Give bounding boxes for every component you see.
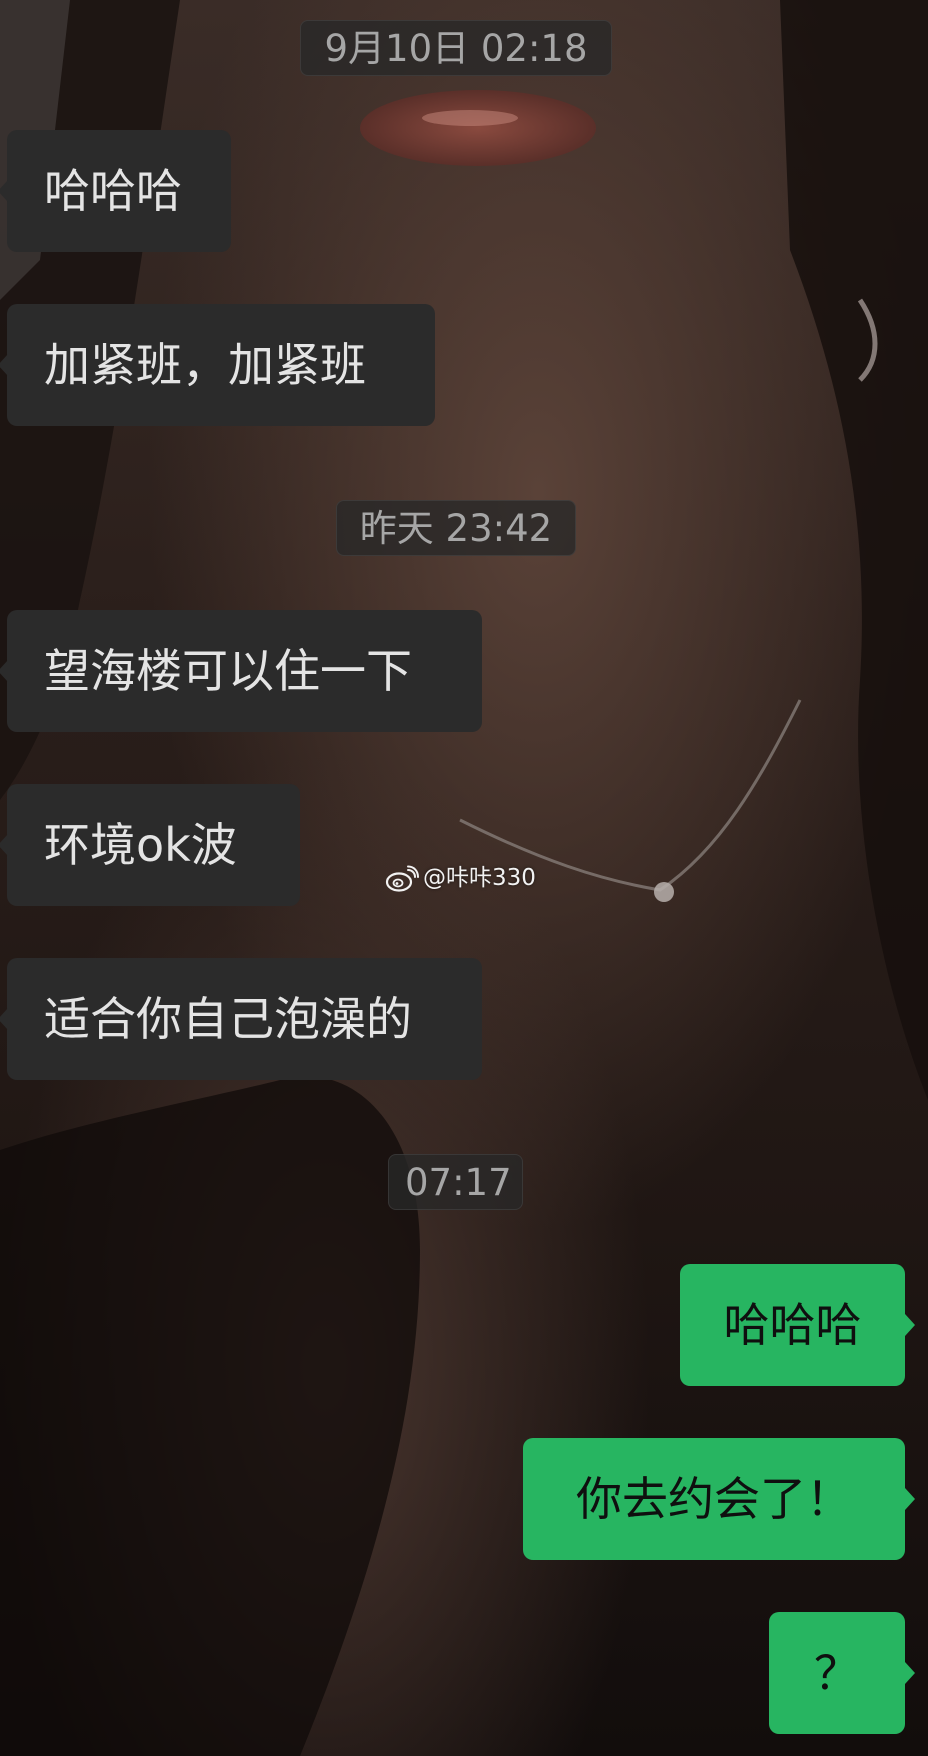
incoming-message[interactable]: 哈哈哈 bbox=[0, 130, 231, 252]
watermark-text: @咔咔330 bbox=[423, 865, 536, 891]
outgoing-message[interactable]: 哈哈哈 bbox=[680, 1264, 915, 1386]
incoming-message[interactable]: 环境ok波 bbox=[0, 784, 300, 906]
timestamp: 9月10日 02:18 bbox=[300, 20, 612, 76]
incoming-message[interactable]: 望海楼可以住一下 bbox=[0, 610, 482, 732]
incoming-message[interactable]: 加紧班，加紧班 bbox=[0, 304, 435, 426]
timestamp: 07:17 bbox=[388, 1154, 523, 1210]
timestamp: 昨天 23:42 bbox=[336, 500, 576, 556]
weibo-icon bbox=[385, 865, 419, 892]
outgoing-message[interactable]: ？ bbox=[769, 1612, 915, 1734]
chat-window: 9月10日 02:18 哈哈哈 加紧班，加紧班 昨天 23:42 望海楼可以住一… bbox=[0, 0, 928, 1756]
watermark: @咔咔330 bbox=[385, 862, 536, 894]
outgoing-message[interactable]: 你去约会了！ bbox=[523, 1438, 915, 1560]
incoming-message[interactable]: 适合你自己泡澡的 bbox=[0, 958, 482, 1080]
